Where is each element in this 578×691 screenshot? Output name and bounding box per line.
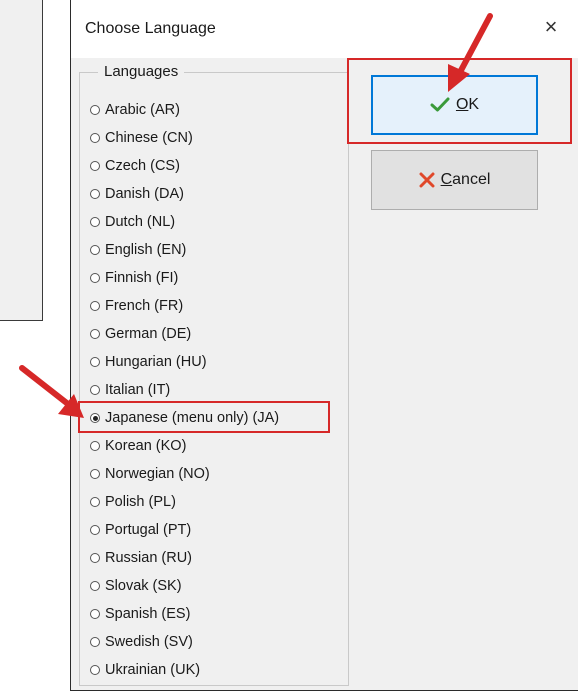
- arrow-to-japanese-annotation: [19, 365, 84, 418]
- selected-language-highlight: [78, 401, 330, 433]
- radio-button[interactable]: [90, 553, 100, 563]
- language-radio-list: Arabic (AR) Chinese (CN) Czech (CS) Danish …: [90, 96, 279, 684]
- language-option[interactable]: Portugal (PT): [90, 516, 279, 544]
- arrow-to-ok-annotation: [448, 13, 493, 92]
- radio-button[interactable]: [90, 665, 100, 675]
- language-option-label: Portugal (PT): [105, 522, 192, 538]
- language-option[interactable]: Hungarian (HU): [90, 348, 279, 376]
- language-option-label: Chinese (CN): [105, 130, 193, 146]
- language-option-label: English (EN): [105, 242, 187, 258]
- language-option-label: Spanish (ES): [105, 606, 191, 622]
- radio-button[interactable]: [90, 189, 100, 199]
- language-option[interactable]: German (DE): [90, 320, 279, 348]
- language-option-label: Arabic (AR): [105, 102, 180, 118]
- radio-button[interactable]: [90, 329, 100, 339]
- radio-button[interactable]: [90, 273, 100, 283]
- background-window: [0, 0, 43, 321]
- radio-button[interactable]: [90, 217, 100, 227]
- language-option-label: Dutch (NL): [105, 214, 176, 230]
- languages-groupbox: Languages Arabic (AR) Chinese (CN) Czech (…: [79, 63, 349, 686]
- ok-button-label: OK: [455, 96, 480, 113]
- radio-button[interactable]: [90, 133, 100, 143]
- radio-button[interactable]: [90, 637, 100, 647]
- language-option-label: Ukrainian (UK): [105, 662, 201, 678]
- language-option[interactable]: Chinese (CN): [90, 124, 279, 152]
- language-option-label: Italian (IT): [105, 382, 171, 398]
- language-option-label: Norwegian (NO): [105, 466, 210, 482]
- language-option[interactable]: Finnish (FI): [90, 264, 279, 292]
- language-option-label: Finnish (FI): [105, 270, 179, 286]
- close-button[interactable]: ×: [538, 14, 564, 40]
- title-bar: Choose Language ×: [71, 0, 578, 58]
- checkmark-icon: [430, 97, 450, 113]
- radio-button[interactable]: [90, 357, 100, 367]
- cancel-button-label: Cancel: [440, 171, 491, 188]
- x-icon: [419, 172, 435, 188]
- radio-button[interactable]: [90, 441, 100, 451]
- cancel-button[interactable]: Cancel: [371, 150, 538, 210]
- language-option-label: Hungarian (HU): [105, 354, 207, 370]
- language-option[interactable]: Russian (RU): [90, 544, 279, 572]
- radio-button[interactable]: [90, 469, 100, 479]
- language-option-label: Slovak (SK): [105, 578, 182, 594]
- language-option[interactable]: Danish (DA): [90, 180, 279, 208]
- language-option[interactable]: Ukrainian (UK): [90, 656, 279, 684]
- radio-button[interactable]: [90, 385, 100, 395]
- language-option[interactable]: Arabic (AR): [90, 96, 279, 124]
- radio-button[interactable]: [90, 245, 100, 255]
- radio-button[interactable]: [90, 497, 100, 507]
- language-option[interactable]: Spanish (ES): [90, 600, 279, 628]
- language-option-label: German (DE): [105, 326, 192, 342]
- language-option[interactable]: Norwegian (NO): [90, 460, 279, 488]
- language-option[interactable]: Dutch (NL): [90, 208, 279, 236]
- language-option[interactable]: Italian (IT): [90, 376, 279, 404]
- radio-button[interactable]: [90, 525, 100, 535]
- language-option-label: Russian (RU): [105, 550, 193, 566]
- language-option[interactable]: Korean (KO): [90, 432, 279, 460]
- language-option[interactable]: French (FR): [90, 292, 279, 320]
- language-option[interactable]: Slovak (SK): [90, 572, 279, 600]
- language-option[interactable]: Polish (PL): [90, 488, 279, 516]
- radio-button[interactable]: [90, 161, 100, 171]
- languages-group-label: Languages: [98, 63, 185, 80]
- radio-button[interactable]: [90, 609, 100, 619]
- language-option-label: Czech (CS): [105, 158, 180, 174]
- language-option[interactable]: Swedish (SV): [90, 628, 279, 656]
- language-option-label: Swedish (SV): [105, 634, 193, 650]
- language-option-label: Danish (DA): [105, 186, 184, 202]
- language-option-label: Korean (KO): [105, 438, 187, 454]
- radio-button[interactable]: [90, 581, 100, 591]
- language-option[interactable]: English (EN): [90, 236, 279, 264]
- language-option-label: Polish (PL): [105, 494, 176, 510]
- radio-button[interactable]: [90, 301, 100, 311]
- radio-button[interactable]: [90, 105, 100, 115]
- language-option-label: French (FR): [105, 298, 184, 314]
- dialog-title: Choose Language: [85, 20, 216, 37]
- language-option[interactable]: Czech (CS): [90, 152, 279, 180]
